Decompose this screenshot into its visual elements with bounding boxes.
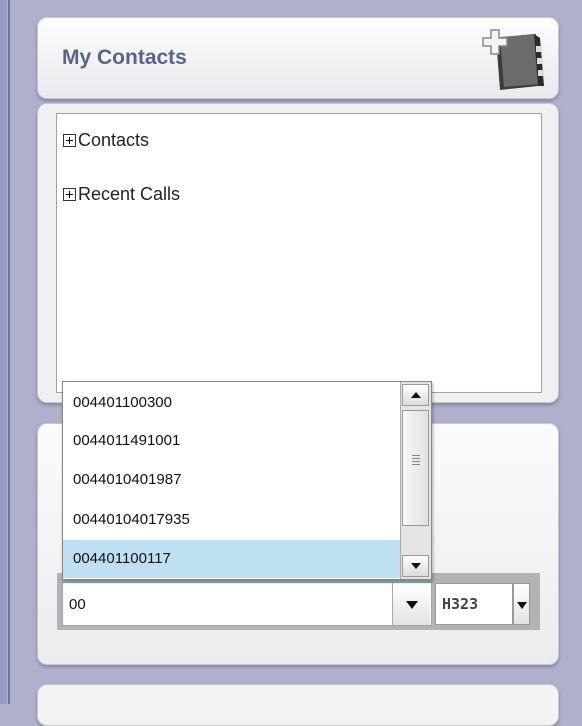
number-input[interactable]: [62, 582, 432, 626]
tree-item-label: Contacts: [78, 130, 150, 150]
contacts-tree-card: Contacts Recent Calls: [37, 103, 559, 403]
left-border: [0, 0, 7, 704]
my-contacts-header: My Contacts: [37, 17, 559, 99]
tree-item-recent-calls[interactable]: Recent Calls: [63, 184, 180, 205]
tree-item-contacts[interactable]: Contacts: [63, 130, 149, 151]
number-autocomplete-list: 004401100300 0044011491001 0044010401987…: [62, 381, 432, 580]
list-item[interactable]: 00440104017935: [63, 501, 401, 539]
tree-item-label: Recent Calls: [78, 184, 181, 204]
list-item-selected[interactable]: 004401100117: [63, 540, 401, 578]
grip-line: [412, 461, 420, 462]
contacts-tree: Contacts Recent Calls: [56, 113, 542, 393]
grip-line: [412, 458, 420, 459]
chevron-down-icon[interactable]: [392, 583, 430, 625]
protocol-select[interactable]: H323: [435, 583, 513, 625]
left-divider: [8, 0, 10, 704]
list-item[interactable]: 004401100300: [63, 384, 401, 422]
scroll-thumb[interactable]: [402, 410, 429, 526]
list-item[interactable]: 0044010401987: [63, 461, 401, 499]
grip-line: [412, 464, 420, 465]
bottom-card: [37, 684, 559, 726]
list-item[interactable]: 0044011491001: [63, 422, 401, 460]
scroll-down-icon[interactable]: [402, 555, 429, 577]
page-title: My Contacts: [62, 46, 187, 69]
grip-line: [412, 455, 420, 456]
add-address-book-icon[interactable]: [478, 24, 550, 94]
scrollbar[interactable]: [400, 382, 431, 579]
chevron-down-icon[interactable]: [513, 583, 530, 625]
expand-plus-icon[interactable]: [63, 188, 76, 201]
scroll-up-icon[interactable]: [402, 384, 429, 406]
expand-plus-icon[interactable]: [63, 134, 76, 147]
